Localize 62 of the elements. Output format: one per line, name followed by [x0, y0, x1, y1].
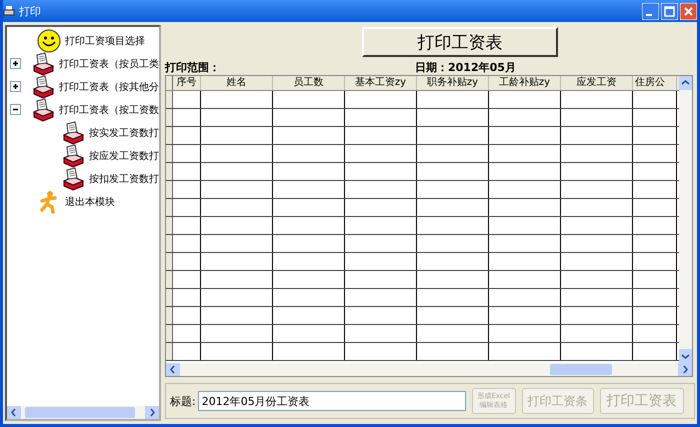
print-button[interactable]: 打印工资表: [362, 27, 558, 57]
row-header[interactable]: [166, 253, 173, 270]
column-header[interactable]: 序号: [173, 76, 201, 90]
collapse-icon[interactable]: [10, 104, 20, 115]
row-header[interactable]: [166, 217, 173, 234]
printer-icon: [3, 5, 15, 17]
tree-item[interactable]: 按应发工资数打: [89, 148, 159, 162]
printer-icon: [31, 52, 55, 76]
close-button[interactable]: [680, 2, 697, 20]
minimize-button[interactable]: [642, 2, 659, 20]
tree-item[interactable]: 打印工资项目选择: [65, 34, 145, 48]
scroll-right-icon[interactable]: [678, 363, 692, 376]
scroll-thumb[interactable]: [550, 364, 612, 375]
vertical-scrollbar[interactable]: [679, 76, 692, 363]
printer-icon: [61, 166, 85, 190]
tree-item[interactable]: 退出本模块: [65, 194, 115, 208]
scroll-thumb[interactable]: [25, 407, 135, 418]
expand-icon[interactable]: [10, 81, 20, 92]
printer-icon: [61, 144, 85, 168]
expand-icon[interactable]: [10, 58, 20, 69]
row-header[interactable]: [166, 325, 173, 342]
tree-item[interactable]: 打印工资表（按其他分: [59, 80, 159, 94]
column-header[interactable]: 住房公: [633, 76, 677, 90]
row-header[interactable]: [166, 181, 173, 198]
row-header[interactable]: [166, 235, 173, 252]
maximize-button[interactable]: [661, 2, 678, 20]
row-header[interactable]: [166, 199, 173, 216]
printer-icon: [61, 120, 85, 144]
column-header[interactable]: 姓名: [201, 76, 273, 90]
title-field[interactable]: 2012年05月份工资表: [198, 391, 466, 411]
row-header[interactable]: [166, 145, 173, 162]
printer-icon: [31, 98, 55, 122]
horizontal-scrollbar[interactable]: [166, 363, 692, 376]
tree-item[interactable]: 按实发工资数打: [89, 126, 159, 140]
column-header[interactable]: 基本工资zy: [345, 76, 417, 90]
row-header[interactable]: [166, 127, 173, 144]
column-header[interactable]: 员工数: [273, 76, 345, 90]
row-header[interactable]: [166, 289, 173, 306]
horizontal-scrollbar[interactable]: [7, 406, 159, 419]
row-header[interactable]: [166, 91, 173, 108]
printer-icon: [31, 74, 55, 98]
window-title: 打印: [19, 4, 41, 18]
tree-item[interactable]: 打印工资表（按工资数: [59, 102, 159, 116]
scroll-down-icon[interactable]: [679, 349, 692, 363]
column-header[interactable]: 应发工资: [561, 76, 633, 90]
print-range-label: 打印范围：: [165, 60, 221, 75]
scroll-right-icon[interactable]: [145, 406, 159, 419]
scroll-left-icon[interactable]: [7, 406, 21, 419]
column-header[interactable]: 工龄补贴zy: [489, 76, 561, 90]
row-header[interactable]: [166, 271, 173, 288]
scroll-up-icon[interactable]: [679, 76, 692, 90]
row-header[interactable]: [166, 109, 173, 126]
title-label: 标题:: [170, 394, 196, 408]
smiley-icon: [37, 28, 61, 52]
scroll-left-icon[interactable]: [166, 363, 180, 376]
row-header[interactable]: [166, 343, 173, 360]
tree-item[interactable]: 按扣发工资数打: [89, 172, 159, 186]
column-header[interactable]: 职务补贴zy: [417, 76, 489, 90]
tree-item[interactable]: 打印工资表（按员工类: [59, 56, 159, 70]
row-header[interactable]: [166, 163, 173, 180]
date-label: 日期：2012年05月: [415, 60, 516, 75]
row-header[interactable]: [166, 307, 173, 324]
